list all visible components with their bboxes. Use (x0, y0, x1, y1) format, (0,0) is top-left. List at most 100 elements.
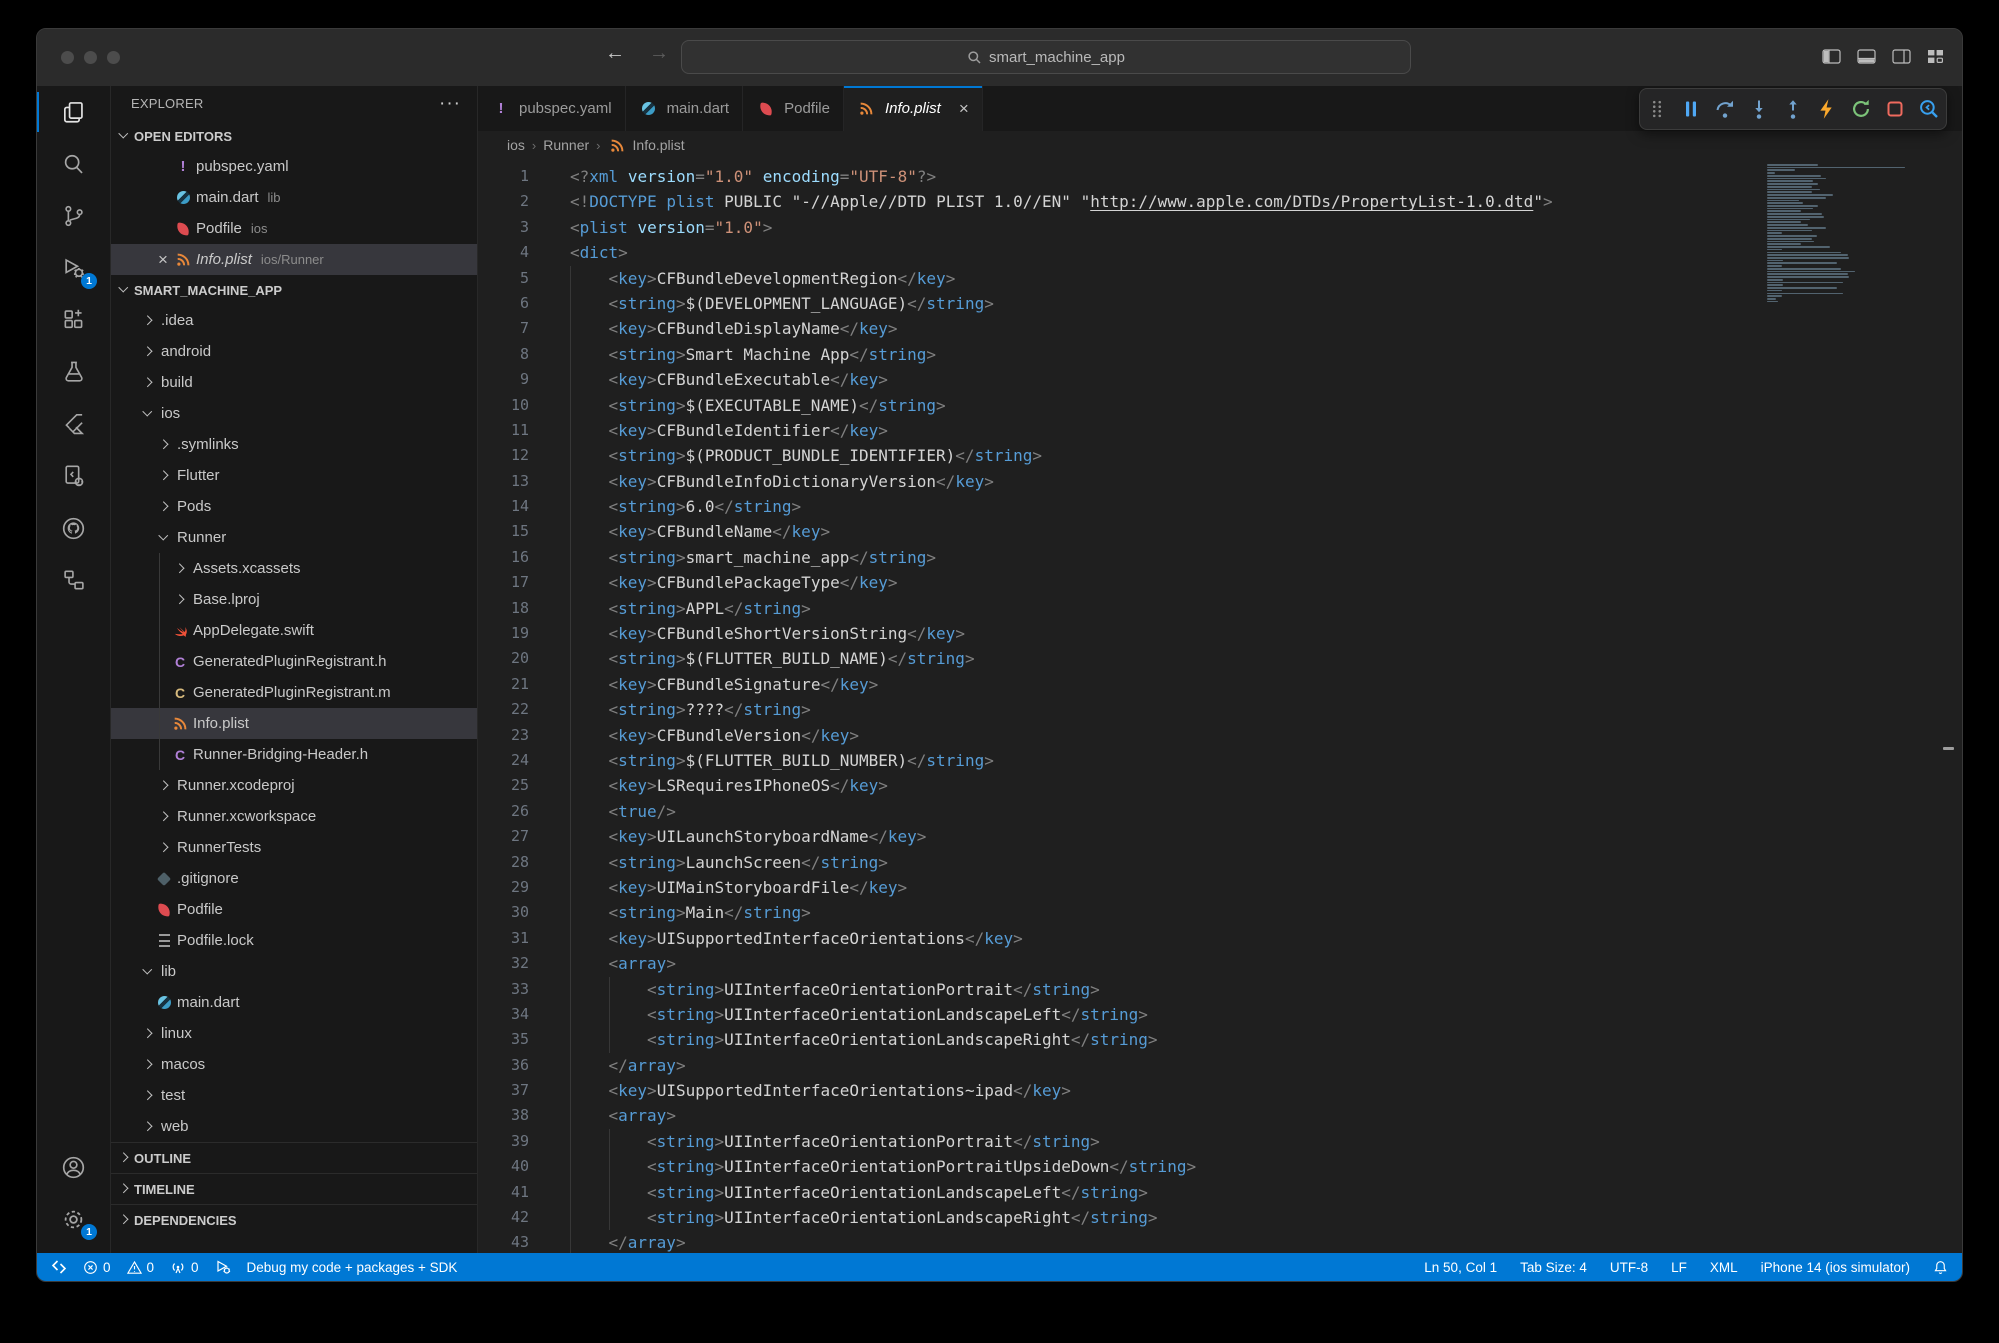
close-tab-icon[interactable]: × (959, 99, 969, 119)
activity-run-and-debug[interactable]: 1 (37, 242, 110, 294)
tab-pubspec-yaml[interactable]: !pubspec.yaml (478, 86, 626, 131)
tree-item-runner-xcworkspace[interactable]: Runner.xcworkspace (111, 801, 477, 832)
tree-item-web[interactable]: web (111, 1111, 477, 1142)
gripper-icon[interactable] (1645, 97, 1670, 122)
code-editor[interactable]: 1<?xml version="1.0" encoding="UTF-8"?>2… (478, 159, 1962, 1253)
minimap-line (1767, 178, 1826, 180)
tree-item--idea[interactable]: .idea (111, 305, 477, 336)
tree-item-android[interactable]: android (111, 336, 477, 367)
section-outline[interactable]: OUTLINE (111, 1142, 477, 1173)
tree-item-pods[interactable]: Pods (111, 491, 477, 522)
status-ln-50-col-1[interactable]: Ln 50, Col 1 (1424, 1260, 1497, 1275)
tree-item-runner-bridging-header-h[interactable]: CRunner-Bridging-Header.h (111, 739, 477, 770)
section-open-editors[interactable]: OPEN EDITORS (111, 121, 477, 151)
status-lf[interactable]: LF (1671, 1260, 1687, 1275)
tab-podfile[interactable]: Podfile (743, 86, 844, 131)
layout-customize-icon[interactable] (1927, 49, 1944, 64)
code-line: 26<true/> (478, 799, 1962, 824)
scrollbar-mark[interactable] (1943, 747, 1954, 750)
activity-devtools[interactable] (37, 450, 110, 502)
widget-inspector-icon[interactable] (1917, 97, 1942, 122)
activity-extensions[interactable] (37, 294, 110, 346)
section-dependencies[interactable]: DEPENDENCIES (111, 1204, 477, 1235)
tree-item-runnertests[interactable]: RunnerTests (111, 832, 477, 863)
tree-item-generatedpluginregistrant-h[interactable]: CGeneratedPluginRegistrant.h (111, 646, 477, 677)
tree-item-runner-xcodeproj[interactable]: Runner.xcodeproj (111, 770, 477, 801)
activity-settings[interactable]: 1 (37, 1193, 110, 1245)
breadcrumb-item[interactable]: ios (507, 137, 525, 153)
restart-icon[interactable] (1849, 97, 1874, 122)
activity-source-control[interactable] (37, 190, 110, 242)
section-project-root[interactable]: SMART_MACHINE_APP (111, 275, 477, 305)
tab-label: main.dart (667, 100, 730, 117)
status-debug-my-code-packages-sdk[interactable]: Debug my code + packages + SDK (247, 1260, 458, 1275)
activity-flutter[interactable] (37, 398, 110, 450)
activity-github[interactable] (37, 502, 110, 554)
tree-item--gitignore[interactable]: .gitignore (111, 863, 477, 894)
tree-item-main-dart[interactable]: main.dart (111, 987, 477, 1018)
activity-explorer[interactable] (37, 86, 110, 138)
tab-main-dart[interactable]: main.dart (626, 86, 744, 131)
open-editor-item[interactable]: Podfileios (111, 213, 477, 244)
open-editor-item[interactable]: !pubspec.yaml (111, 151, 477, 182)
close-editor-icon[interactable]: × (153, 250, 173, 270)
activity-search[interactable] (37, 138, 110, 190)
activity-connections[interactable] (37, 554, 110, 606)
tree-item-base-lproj[interactable]: Base.lproj (111, 584, 477, 615)
status-iphone-14-ios-simulator-[interactable]: iPhone 14 (ios simulator) (1761, 1260, 1910, 1275)
tree-item-lib[interactable]: lib (111, 956, 477, 987)
step-out-icon[interactable] (1781, 97, 1806, 122)
tree-item--symlinks[interactable]: .symlinks (111, 429, 477, 460)
section-timeline[interactable]: TIMELINE (111, 1173, 477, 1204)
close-window-icon[interactable] (61, 51, 74, 64)
tree-item-appdelegate-swift[interactable]: AppDelegate.swift (111, 615, 477, 646)
activity-testing[interactable] (37, 346, 110, 398)
breadcrumb-item[interactable]: Info.plist (608, 136, 685, 154)
breadcrumb-item[interactable]: Runner (543, 137, 589, 153)
tree-item-linux[interactable]: linux (111, 1018, 477, 1049)
tree-item-flutter[interactable]: Flutter (111, 460, 477, 491)
back-arrow-icon[interactable]: ← (605, 42, 625, 65)
tab-info-plist[interactable]: Info.plist× (844, 86, 983, 131)
activity-account[interactable] (37, 1141, 110, 1193)
line-number: 24 (478, 748, 529, 773)
tree-item-generatedpluginregistrant-m[interactable]: CGeneratedPluginRegistrant.m (111, 677, 477, 708)
minimize-window-icon[interactable] (84, 51, 97, 64)
status-debug-run[interactable] (215, 1259, 231, 1275)
tree-item-podfile-lock[interactable]: Podfile.lock (111, 925, 477, 956)
status-xml[interactable]: XML (1710, 1260, 1738, 1275)
minimap-line (1767, 276, 1849, 278)
stop-icon[interactable] (1883, 97, 1908, 122)
status-remote[interactable] (51, 1259, 67, 1275)
zoom-window-icon[interactable] (107, 51, 120, 64)
minimap-line (1767, 249, 1782, 251)
tree-item-runner[interactable]: Runner (111, 522, 477, 553)
status-broadcast[interactable]: 0 (170, 1259, 199, 1275)
command-center-search[interactable]: smart_machine_app (681, 40, 1411, 74)
open-editor-item[interactable]: ×Info.plistios/Runner (111, 244, 477, 275)
status-bell[interactable] (1933, 1260, 1948, 1275)
status-error[interactable]: 0 (83, 1260, 111, 1275)
status-tab-size-4[interactable]: Tab Size: 4 (1520, 1260, 1587, 1275)
tree-item-macos[interactable]: macos (111, 1049, 477, 1080)
open-editor-item[interactable]: main.dartlib (111, 182, 477, 213)
more-actions-icon[interactable]: ··· (439, 99, 461, 109)
layout-panel-bottom-icon[interactable] (1857, 49, 1876, 64)
tree-item-podfile[interactable]: Podfile (111, 894, 477, 925)
layout-sidebar-left-icon[interactable] (1822, 49, 1841, 64)
tree-item-test[interactable]: test (111, 1080, 477, 1111)
tree-item-info-plist[interactable]: Info.plist (111, 708, 477, 739)
forward-arrow-icon[interactable]: → (649, 42, 669, 65)
layout-sidebar-right-icon[interactable] (1892, 49, 1911, 64)
tree-item-assets-xcassets[interactable]: Assets.xcassets (111, 553, 477, 584)
step-over-icon[interactable] (1713, 97, 1738, 122)
pause-icon[interactable] (1679, 97, 1704, 122)
status-utf-8[interactable]: UTF-8 (1610, 1260, 1648, 1275)
tree-item-build[interactable]: build (111, 367, 477, 398)
status-text: Ln 50, Col 1 (1424, 1260, 1497, 1275)
tree-item-ios[interactable]: ios (111, 398, 477, 429)
minimap[interactable] (1767, 164, 1913, 303)
status-warning[interactable]: 0 (127, 1260, 155, 1275)
step-into-icon[interactable] (1747, 97, 1772, 122)
hot-reload-icon[interactable] (1815, 97, 1840, 122)
